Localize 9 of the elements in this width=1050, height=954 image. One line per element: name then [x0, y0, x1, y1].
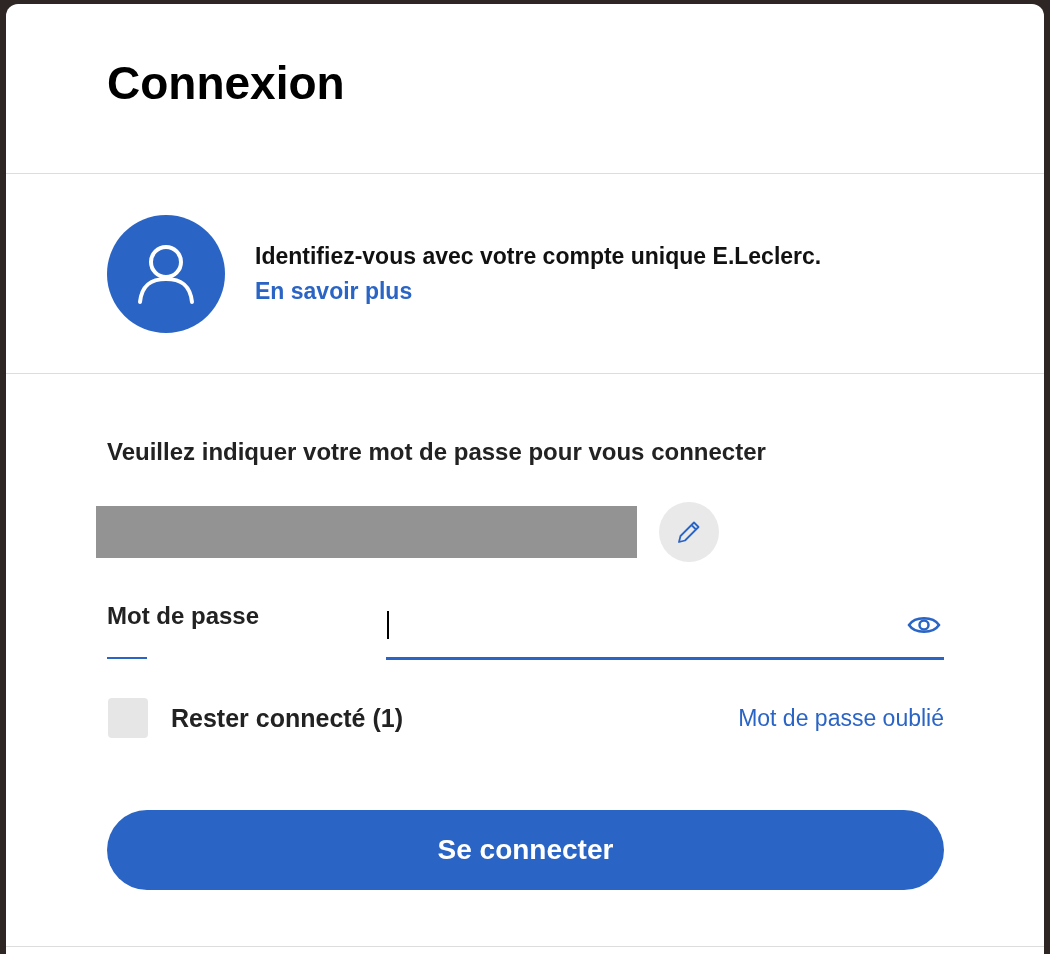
remember-label: Rester connecté (1) — [171, 703, 404, 733]
remember-checkbox[interactable] — [108, 698, 148, 738]
dialog-title: Connexion — [107, 55, 345, 110]
password-prompt: Veuillez indiquer votre mot de passe pour vous connecter — [107, 438, 767, 466]
forgot-password-link[interactable]: Mot de passe oublié — [738, 704, 944, 732]
password-label: Mot de passe — [107, 602, 261, 630]
login-button[interactable]: Se connecter — [107, 810, 944, 890]
learn-more-link[interactable]: En savoir plus — [255, 277, 822, 305]
account-notice: Identifiez-vous avec votre compte unique E.Leclerc. — [255, 242, 822, 270]
